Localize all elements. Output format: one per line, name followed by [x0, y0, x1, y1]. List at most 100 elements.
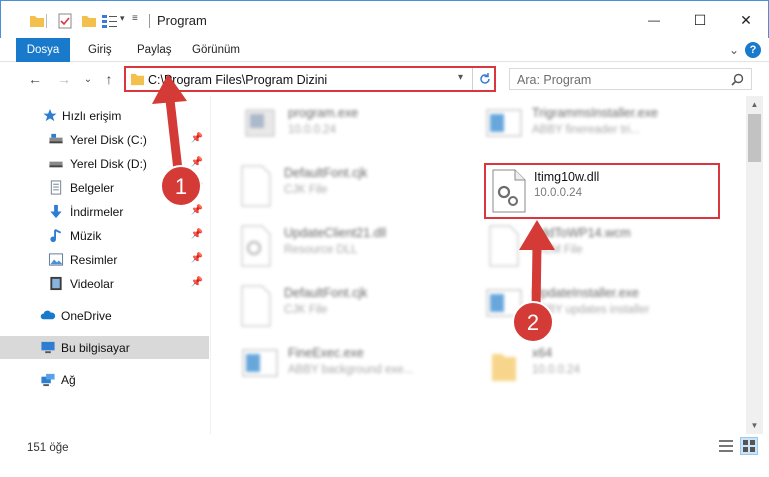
- dll-file-icon: [241, 225, 271, 267]
- file-item-fine-exec[interactable]: FineExec.exe ABBY background exe...: [240, 344, 490, 390]
- close-button[interactable]: ✕: [723, 1, 769, 39]
- search-input[interactable]: Ara: Program: [517, 73, 591, 87]
- sidebar-item-local-disk-c[interactable]: Yerel Disk (C:) 📌: [0, 128, 209, 151]
- properties-icon[interactable]: [57, 12, 73, 30]
- sidebar-item-network[interactable]: Ağ: [0, 368, 209, 391]
- pin-icon[interactable]: 📌: [191, 253, 203, 264]
- up-button[interactable]: ↑: [100, 70, 118, 88]
- sidebar-item-local-disk-d[interactable]: Yerel Disk (D:) 📌: [0, 152, 209, 175]
- file-description: CJK File: [284, 304, 328, 316]
- forward-arrow-icon: →: [57, 71, 71, 87]
- exe-file-icon: [486, 109, 522, 137]
- pin-icon[interactable]: 📌: [191, 181, 203, 192]
- maximize-icon: ☐: [693, 11, 707, 28]
- file-item-default-font-cjk-2[interactable]: DefaultFont.cjk CJK File: [236, 284, 486, 330]
- file-item-program-exe[interactable]: program.exe 10.0.0.24: [240, 104, 490, 150]
- file-name: DefaultFont.cjk: [284, 286, 368, 300]
- sidebar-item-label: Yerel Disk (C:): [70, 133, 147, 147]
- title-separator: [149, 14, 150, 28]
- title-bar: ▾ ≡ Program — ☐ ✕: [0, 0, 769, 38]
- file-name: UpdateInstaller.exe: [532, 286, 640, 300]
- sidebar-item-label: Videolar: [70, 277, 114, 291]
- file-item-trigramms-installer[interactable]: TrigrammsInstaller.exe ABBY finereader t…: [484, 104, 734, 150]
- cloud-icon: [40, 310, 56, 320]
- refresh-icon[interactable]: [478, 72, 492, 86]
- ribbon: Dosya Giriş Paylaş Görünüm ⌄ ?: [0, 38, 769, 84]
- search-box[interactable]: Ara: Program: [509, 68, 752, 90]
- address-bar[interactable]: C:\Program Files\Program Dizini ▾: [124, 66, 496, 92]
- tab-home[interactable]: Giriş: [88, 38, 112, 62]
- qa-separator: [46, 14, 47, 28]
- generic-file-icon: [489, 225, 519, 267]
- sidebar-item-label: Müzik: [70, 229, 102, 243]
- file-description: 10.0.0.24: [534, 187, 582, 199]
- address-dropdown-icon[interactable]: ▾: [458, 72, 463, 83]
- file-name: TrigrammsInstaller.exe: [532, 106, 658, 120]
- tab-share[interactable]: Paylaş: [137, 38, 172, 62]
- address-row: ← → ⌄ ↑ C:\Program Files\Program Dizini …: [0, 62, 769, 96]
- item-count: 151 öğe: [27, 442, 69, 454]
- sidebar-item-music[interactable]: Müzik 📌: [0, 224, 209, 247]
- sidebar-item-pictures[interactable]: Resimler 📌: [0, 248, 209, 271]
- qa-customize-icon[interactable]: ≡: [132, 13, 138, 31]
- help-icon[interactable]: ?: [745, 42, 761, 58]
- close-icon: ✕: [740, 11, 752, 28]
- pin-icon[interactable]: 📌: [191, 205, 203, 216]
- sidebar-item-onedrive[interactable]: OneDrive: [0, 304, 209, 327]
- tiles-view-icon[interactable]: [740, 437, 758, 455]
- new-folder-icon[interactable]: [81, 12, 97, 30]
- drive-icon: [49, 133, 63, 144]
- file-item-default-font-cjk[interactable]: DefaultFont.cjk CJK File: [236, 164, 486, 210]
- details-view-icon[interactable]: [718, 438, 734, 454]
- pin-icon[interactable]: 📌: [191, 277, 203, 288]
- scroll-thumb[interactable]: [748, 114, 761, 162]
- folder-icon: [492, 354, 516, 381]
- pin-icon[interactable]: 📌: [191, 229, 203, 240]
- sidebar-item-videos[interactable]: Videolar 📌: [0, 272, 209, 295]
- file-name: Itimg10w.dll: [534, 170, 600, 184]
- download-icon: [50, 204, 62, 219]
- network-icon: [41, 373, 55, 387]
- file-item-itimg10w-dll[interactable]: Itimg10w.dll 10.0.0.24: [484, 163, 720, 219]
- window-title: Program: [157, 13, 207, 28]
- pin-icon[interactable]: 📌: [191, 133, 203, 144]
- sidebar-item-label: İndirmeler: [70, 205, 124, 219]
- qa-dropdown-icon[interactable]: ▾: [120, 13, 125, 31]
- folder-icon[interactable]: [29, 12, 45, 30]
- drive-icon: [49, 161, 63, 168]
- vertical-scrollbar[interactable]: ▲ ▼: [746, 96, 763, 434]
- up-arrow-icon: ↑: [105, 71, 113, 87]
- file-item-update-client-dll[interactable]: UpdateClient21.dll Resource DLL: [236, 224, 486, 270]
- minimize-button[interactable]: —: [631, 1, 677, 39]
- sidebar-item-quick-access[interactable]: Hızlı erişim: [0, 104, 209, 127]
- back-button[interactable]: ←: [26, 70, 44, 88]
- sidebar-item-downloads[interactable]: İndirmeler 📌: [0, 200, 209, 223]
- documents-icon: [50, 180, 62, 195]
- recent-locations-button[interactable]: ⌄: [79, 70, 97, 88]
- scroll-down-icon[interactable]: ▼: [746, 417, 763, 434]
- search-icon[interactable]: [731, 73, 744, 86]
- ribbon-expand-icon[interactable]: ⌄: [729, 38, 739, 62]
- file-item-x64-folder[interactable]: x64 10.0.0.24: [484, 344, 734, 390]
- scroll-up-icon[interactable]: ▲: [746, 96, 763, 113]
- sidebar-item-documents[interactable]: Belgeler 📌: [0, 176, 209, 199]
- file-description: CJK File: [284, 184, 328, 196]
- minimize-icon: —: [648, 13, 660, 27]
- music-icon: [50, 229, 62, 243]
- tab-view[interactable]: Görünüm: [192, 38, 240, 62]
- file-description: ABBY updates installer: [532, 304, 650, 316]
- file-name: x64: [532, 346, 553, 360]
- sidebar-item-label: OneDrive: [61, 309, 112, 323]
- sidebar-item-label: Belgeler: [70, 181, 115, 195]
- sidebar-item-this-pc[interactable]: Bu bilgisayar: [0, 336, 209, 359]
- pin-icon[interactable]: 📌: [191, 157, 203, 168]
- forward-button[interactable]: →: [55, 70, 73, 88]
- file-description: WCM File: [532, 244, 583, 256]
- dll-file-icon: [492, 169, 526, 213]
- file-item-add-to-wp-wcm[interactable]: AddToWP14.wcm WCM File: [484, 224, 734, 270]
- customize-view-icon[interactable]: [101, 12, 119, 30]
- maximize-button[interactable]: ☐: [677, 1, 723, 39]
- exe-file-icon: [245, 109, 275, 137]
- status-bar: 151 öğe: [0, 434, 769, 477]
- file-item-update-installer[interactable]: UpdateInstaller.exe ABBY updates install…: [484, 284, 734, 330]
